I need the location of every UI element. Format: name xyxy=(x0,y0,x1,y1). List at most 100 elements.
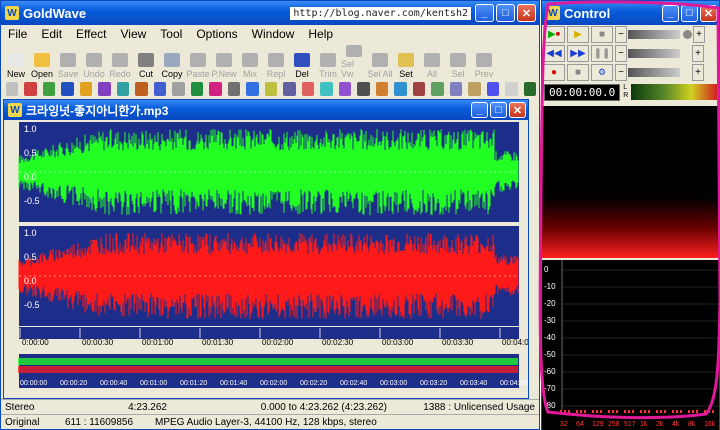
control-maximize-button[interactable]: □ xyxy=(681,4,698,22)
balance-plus-button[interactable]: + xyxy=(692,45,704,62)
menu-tool[interactable]: Tool xyxy=(153,27,189,41)
balance-minus-button[interactable]: − xyxy=(615,45,627,62)
main-titlebar[interactable]: W GoldWave http://blog.naver.com/kentsh2… xyxy=(1,1,539,25)
document-titlebar[interactable]: W 크라잉넛-좋지아니한가.mp3 _ □ ✕ xyxy=(4,100,528,120)
rewind-button[interactable]: ◀◀ xyxy=(543,45,565,62)
fast-forward-button[interactable]: ▶▶ xyxy=(567,45,589,62)
effect-27-icon[interactable] xyxy=(486,82,500,96)
volume-minus-button[interactable]: − xyxy=(615,26,627,43)
copy-button[interactable]: Copy xyxy=(159,45,185,79)
effect-2-icon[interactable] xyxy=(24,82,37,96)
menu-options[interactable]: Options xyxy=(189,27,244,41)
effect-26-icon[interactable] xyxy=(468,82,481,96)
effect-29-icon[interactable] xyxy=(523,82,537,96)
effect-6-icon[interactable] xyxy=(98,82,111,96)
pause-button[interactable]: ❚❚ xyxy=(591,45,613,62)
volume-slider[interactable] xyxy=(628,30,680,39)
effect-20-icon[interactable] xyxy=(357,82,370,96)
effect-10-icon[interactable] xyxy=(172,82,185,96)
effect-14-icon[interactable] xyxy=(246,82,259,96)
volume-knob-icon[interactable] xyxy=(683,30,692,39)
mix-icon xyxy=(242,53,258,67)
menu-edit[interactable]: Edit xyxy=(34,27,69,41)
effect-9-icon[interactable] xyxy=(153,82,167,96)
replace-button[interactable]: Repl xyxy=(263,45,289,79)
properties-button[interactable]: ⚙ xyxy=(591,64,613,81)
effect-13-icon[interactable] xyxy=(227,82,241,96)
effect-5-icon[interactable] xyxy=(79,82,93,96)
effect-7-icon[interactable] xyxy=(116,82,130,96)
effect-22-icon[interactable] xyxy=(394,82,407,96)
balance-slider[interactable] xyxy=(628,49,680,58)
speed-plus-button[interactable]: + xyxy=(692,64,704,81)
undo-label: Undo xyxy=(83,69,105,79)
redo-button[interactable]: Redo xyxy=(107,45,133,79)
trim-button[interactable]: Trim xyxy=(315,45,341,79)
new-icon xyxy=(8,53,24,67)
open-button[interactable]: Open xyxy=(29,45,55,79)
stop-button[interactable]: ■ xyxy=(591,26,613,43)
control-close-button[interactable]: ✕ xyxy=(700,4,717,22)
minimize-button[interactable]: _ xyxy=(475,4,494,22)
effect-16-icon[interactable] xyxy=(283,82,296,96)
overview-tick-label: 00:02:20 xyxy=(300,380,327,387)
save-button[interactable]: Save xyxy=(55,45,81,79)
effect-24-icon[interactable] xyxy=(431,82,444,96)
menu-file[interactable]: File xyxy=(1,27,34,41)
maximize-button[interactable]: □ xyxy=(496,4,515,22)
menu-effect[interactable]: Effect xyxy=(69,27,113,41)
effect-12-icon[interactable] xyxy=(209,82,222,96)
record-button[interactable]: ● xyxy=(543,64,565,81)
overview-tick-label: 00:02:00 xyxy=(260,380,287,387)
sel-button[interactable]: Sel xyxy=(445,45,471,79)
effect-25-icon[interactable] xyxy=(449,82,463,96)
paste-new-button[interactable]: P.New xyxy=(211,45,237,79)
prev-icon xyxy=(476,53,492,67)
effect-17-icon[interactable] xyxy=(301,82,315,96)
db-tick-label: -60 xyxy=(544,367,556,376)
doc-minimize-button[interactable]: _ xyxy=(471,102,488,118)
select-view-button[interactable]: Sel Vw xyxy=(341,45,367,79)
new-button[interactable]: New xyxy=(3,45,29,79)
play-selection-button[interactable]: ▶ xyxy=(567,26,589,43)
menu-view[interactable]: View xyxy=(114,27,154,41)
waveform-display[interactable]: 0:00:00 00:00:30 00:01:00 00:01:30 00:02:00 0… xyxy=(4,120,528,398)
control-minimize-button[interactable]: _ xyxy=(662,4,679,22)
effect-21-icon[interactable] xyxy=(375,82,389,96)
effect-28-icon[interactable] xyxy=(505,82,518,96)
mix-button[interactable]: Mix xyxy=(237,45,263,79)
menu-window[interactable]: Window xyxy=(245,27,302,41)
speed-minus-button[interactable]: − xyxy=(615,64,627,81)
doc-close-button[interactable]: ✕ xyxy=(509,102,526,118)
effect-19-icon[interactable] xyxy=(338,82,352,96)
effect-3-icon[interactable] xyxy=(42,82,56,96)
select-all-button[interactable]: Sel All xyxy=(367,45,393,79)
effect-11-icon[interactable] xyxy=(190,82,204,96)
effect-8-icon[interactable] xyxy=(135,82,148,96)
prev-button[interactable]: Prev xyxy=(471,45,497,79)
paste-button[interactable]: Paste xyxy=(185,45,211,79)
delete-button[interactable]: Del xyxy=(289,45,315,79)
label-r: R xyxy=(623,92,629,99)
undo-button[interactable]: Undo xyxy=(81,45,107,79)
doc-maximize-button[interactable]: □ xyxy=(490,102,507,118)
status-selection: 0.000 to 4:23.262 (4:23.262) xyxy=(260,401,387,413)
menu-help[interactable]: Help xyxy=(301,27,340,41)
play-button[interactable]: ▶ ■ xyxy=(543,26,565,43)
delete-label: Del xyxy=(295,69,309,79)
set-button[interactable]: Set xyxy=(393,45,419,79)
effect-15-icon[interactable] xyxy=(264,82,278,96)
volume-plus-button[interactable]: + xyxy=(693,26,705,43)
cut-button[interactable]: Cut xyxy=(133,45,159,79)
effect-4-icon[interactable] xyxy=(61,82,74,96)
all-button[interactable]: All xyxy=(419,45,445,79)
record-stop-button[interactable]: ■ xyxy=(567,64,589,81)
hz-tick-label: 4k xyxy=(672,421,680,428)
close-button[interactable]: ✕ xyxy=(517,4,536,22)
save-label: Save xyxy=(57,69,79,79)
effect-18-icon[interactable] xyxy=(320,82,333,96)
effect-1-icon[interactable] xyxy=(6,82,19,96)
control-titlebar[interactable]: W Control _ □ ✕ xyxy=(542,1,719,25)
speed-slider[interactable] xyxy=(628,68,680,77)
effect-23-icon[interactable] xyxy=(412,82,426,96)
